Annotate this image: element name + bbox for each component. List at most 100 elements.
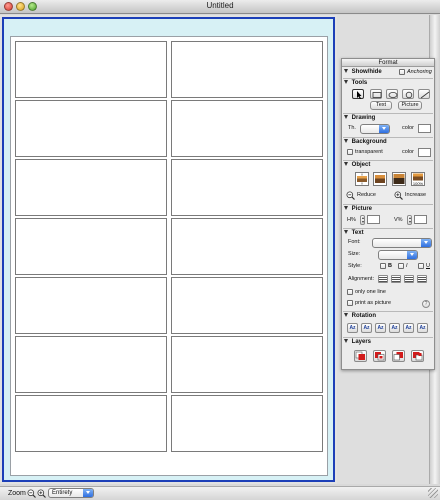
picture-heading[interactable]: Picture bbox=[344, 206, 372, 213]
thickness-select[interactable] bbox=[360, 124, 390, 134]
rotate-180-button[interactable]: Az bbox=[375, 323, 386, 333]
send-to-back-button[interactable] bbox=[411, 350, 424, 362]
palette-title: Format bbox=[342, 59, 434, 67]
fit-frame-picture-icon[interactable] bbox=[373, 172, 387, 186]
label-cell-13[interactable] bbox=[15, 395, 167, 452]
vertical-percent-stepper[interactable] bbox=[407, 215, 412, 225]
anchoring-checkbox[interactable] bbox=[399, 69, 405, 75]
label-cell-9[interactable] bbox=[15, 277, 167, 334]
zoom-in-icon[interactable] bbox=[37, 489, 46, 498]
actual-size-picture-icon[interactable]: 100% bbox=[411, 172, 425, 186]
separator bbox=[343, 337, 433, 338]
label-cell-7[interactable] bbox=[15, 218, 167, 275]
separator bbox=[343, 78, 433, 79]
print-as-picture-checkbox[interactable] bbox=[347, 300, 353, 306]
layers-heading[interactable]: Layers bbox=[344, 339, 371, 346]
vertical-percent-field[interactable] bbox=[414, 215, 427, 224]
resize-grip-icon[interactable] bbox=[428, 488, 438, 498]
rotation-heading[interactable]: Rotation bbox=[344, 313, 376, 320]
label-cell-5[interactable] bbox=[15, 159, 167, 216]
bring-to-front-button[interactable] bbox=[354, 350, 367, 362]
background-label: Background bbox=[351, 139, 387, 145]
label-cell-2[interactable] bbox=[171, 41, 323, 98]
send-backward-button[interactable] bbox=[392, 350, 405, 362]
only-one-line-checkbox[interactable] bbox=[347, 289, 353, 295]
circle-tool-button[interactable] bbox=[402, 89, 414, 99]
size-select[interactable] bbox=[378, 250, 418, 260]
showhide-heading[interactable]: Show/hide bbox=[344, 69, 382, 76]
zoom-mode-select[interactable]: Entirety bbox=[48, 488, 94, 498]
label-cell-3[interactable] bbox=[15, 100, 167, 157]
separator bbox=[343, 160, 433, 161]
chevron-down-icon bbox=[379, 125, 389, 133]
reduce-label[interactable]: Reduce bbox=[357, 192, 376, 199]
label-cell-1[interactable] bbox=[15, 41, 167, 98]
showhide-label: Show/hide bbox=[351, 69, 382, 75]
document-area bbox=[0, 15, 337, 484]
increase-label[interactable]: Increase bbox=[405, 192, 426, 199]
arrow-cursor-icon bbox=[357, 91, 362, 99]
separator bbox=[343, 204, 433, 205]
flip-vertical-button[interactable]: Az bbox=[417, 323, 428, 333]
style-label: Style: bbox=[348, 263, 362, 269]
zoom-out-icon[interactable] bbox=[346, 191, 355, 200]
align-center-button[interactable] bbox=[391, 275, 401, 283]
fit-height-picture-icon[interactable] bbox=[392, 172, 406, 186]
background-color-label: color bbox=[402, 149, 414, 155]
separator bbox=[343, 228, 433, 229]
separator bbox=[343, 311, 433, 312]
tools-heading[interactable]: Tools bbox=[344, 80, 368, 87]
ellipse-tool-button[interactable] bbox=[386, 89, 398, 99]
label-page[interactable] bbox=[10, 36, 328, 476]
line-tool-button[interactable] bbox=[418, 89, 430, 99]
rotate-270-button[interactable]: Az bbox=[389, 323, 400, 333]
rectangle-tool-button[interactable] bbox=[370, 89, 382, 99]
label-cell-11[interactable] bbox=[15, 336, 167, 393]
label-cell-12[interactable] bbox=[171, 336, 323, 393]
format-palette[interactable]: Format Show/hide Anchoring Tools Text Pi… bbox=[341, 58, 435, 370]
bring-forward-button[interactable] bbox=[373, 350, 386, 362]
drawing-heading[interactable]: Drawing bbox=[344, 115, 376, 122]
picture-label: Picture bbox=[351, 206, 373, 212]
drawing-color-swatch[interactable] bbox=[418, 124, 431, 133]
alignment-label: Alignment: bbox=[348, 276, 374, 282]
align-justify-button[interactable] bbox=[417, 275, 427, 283]
zoom-mode-value: Entirety bbox=[52, 490, 73, 496]
underline-checkbox[interactable] bbox=[418, 263, 424, 269]
label-cell-14[interactable] bbox=[171, 395, 323, 452]
picture-tool-button[interactable]: Picture bbox=[398, 101, 422, 110]
label-cell-4[interactable] bbox=[171, 100, 323, 157]
chevron-down-icon bbox=[421, 239, 431, 247]
bold-checkbox[interactable] bbox=[380, 263, 386, 269]
rotate-90-button[interactable]: Az bbox=[361, 323, 372, 333]
send-to-back-icon bbox=[413, 352, 423, 361]
vertical-percent-label: V% bbox=[394, 217, 403, 223]
flip-horizontal-button[interactable]: Az bbox=[403, 323, 414, 333]
palette-body: Show/hide Anchoring Tools Text Picture D… bbox=[342, 67, 434, 369]
rotate-0-button[interactable]: Az bbox=[347, 323, 358, 333]
bring-forward-icon bbox=[375, 352, 385, 361]
fit-width-picture-icon[interactable] bbox=[355, 172, 369, 186]
background-heading[interactable]: Background bbox=[344, 139, 387, 146]
align-right-button[interactable] bbox=[404, 275, 414, 283]
arrow-tool-button[interactable] bbox=[352, 89, 364, 99]
help-button[interactable]: ? bbox=[422, 300, 430, 308]
text-heading[interactable]: Text bbox=[344, 230, 364, 237]
label-cell-6[interactable] bbox=[171, 159, 323, 216]
transparent-checkbox[interactable] bbox=[347, 149, 353, 155]
anchoring-label: Anchoring bbox=[407, 69, 432, 75]
zoom-in-icon[interactable] bbox=[394, 191, 403, 200]
object-heading[interactable]: Object bbox=[344, 162, 371, 169]
align-left-button[interactable] bbox=[378, 275, 388, 283]
horizontal-percent-stepper[interactable] bbox=[360, 215, 365, 225]
background-color-swatch[interactable] bbox=[418, 148, 431, 157]
label-cell-8[interactable] bbox=[171, 218, 323, 275]
text-tool-button[interactable]: Text bbox=[370, 101, 392, 110]
layers-label: Layers bbox=[351, 339, 372, 345]
horizontal-percent-field[interactable] bbox=[367, 215, 380, 224]
zoom-out-icon[interactable] bbox=[27, 489, 36, 498]
italic-checkbox[interactable] bbox=[398, 263, 404, 269]
font-select[interactable] bbox=[372, 238, 432, 248]
label-cell-10[interactable] bbox=[171, 277, 323, 334]
tools-label: Tools bbox=[351, 80, 368, 86]
